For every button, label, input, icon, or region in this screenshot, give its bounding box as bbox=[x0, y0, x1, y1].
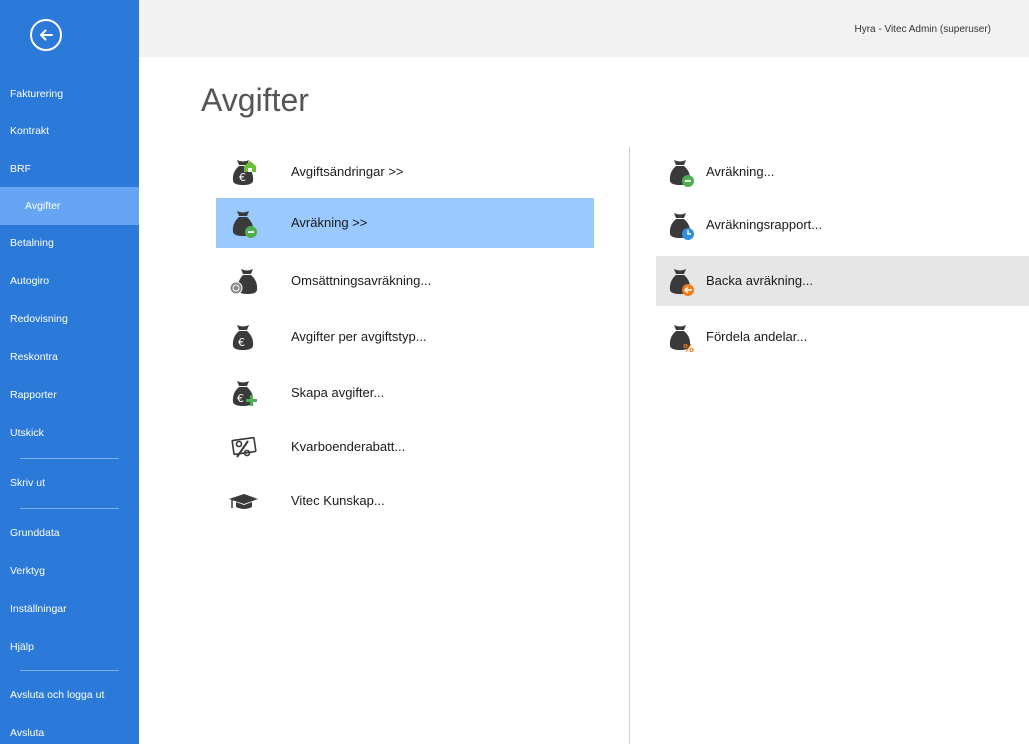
cmd-fordela-andelar[interactable]: % Fördela andelar... bbox=[656, 312, 1029, 362]
graduation-cap-icon bbox=[229, 494, 258, 509]
sidebar-item-autogiro[interactable]: Autogiro bbox=[0, 262, 139, 300]
sidebar-item-brf[interactable]: BRF bbox=[0, 150, 139, 188]
cmd-label: Vitec Kunskap... bbox=[291, 493, 385, 508]
svg-text:€: € bbox=[238, 336, 245, 349]
moneybag-clock-icon bbox=[669, 213, 694, 240]
moneybag-back-arrow-icon bbox=[669, 269, 694, 296]
back-arrow-icon bbox=[40, 29, 53, 41]
cmd-label: Fördela andelar... bbox=[706, 329, 808, 344]
moneybag-percent-icon: % bbox=[669, 325, 694, 353]
svg-text:€: € bbox=[237, 392, 244, 405]
sidebar-item-avgifter[interactable]: Avgifter bbox=[0, 187, 139, 225]
sidebar-item-utskick[interactable]: Utskick bbox=[0, 414, 139, 452]
sidebar-item-reskontra[interactable]: Reskontra bbox=[0, 338, 139, 376]
cmd-label: Avräkning >> bbox=[291, 215, 368, 230]
sidebar-item-installningar[interactable]: Inställningar bbox=[0, 590, 139, 628]
user-info: Hyra - Vitec Admin (superuser) bbox=[854, 24, 991, 35]
sidebar-item-redovisning[interactable]: Redovisning bbox=[0, 300, 139, 338]
cmd-omsattningsavrakning[interactable]: Omsättningsavräkning... bbox=[216, 256, 594, 306]
sidebar-item-grunddata[interactable]: Grunddata bbox=[0, 514, 139, 552]
svg-text:€: € bbox=[239, 171, 246, 184]
page-title: Avgifter bbox=[201, 82, 309, 118]
sidebar-item-fakturering[interactable]: Fakturering bbox=[0, 75, 139, 113]
cmd-avgiftsandringar[interactable]: € Avgiftsändringar >> bbox=[216, 147, 594, 197]
cmd-label: Avgifter per avgiftstyp... bbox=[291, 329, 427, 344]
moneybag-coins-icon bbox=[229, 269, 258, 295]
cmd-avrakning[interactable]: Avräkning... bbox=[656, 147, 1029, 197]
sidebar-item-avsluta-och-logga-ut[interactable]: Avsluta och logga ut bbox=[0, 676, 139, 714]
sidebar-item-skriv-ut[interactable]: Skriv ut bbox=[0, 464, 139, 502]
moneybag-minus-icon bbox=[232, 211, 257, 238]
back-button[interactable] bbox=[30, 19, 62, 51]
sidebar-item-verktyg[interactable]: Verktyg bbox=[0, 552, 139, 590]
cmd-vitec-kunskap[interactable]: Vitec Kunskap... bbox=[216, 476, 594, 526]
sidebar-divider bbox=[20, 670, 119, 671]
sidebar-item-hjalp[interactable]: Hjälp bbox=[0, 628, 139, 666]
moneybag-plus-icon: € bbox=[232, 381, 257, 406]
sidebar-divider bbox=[20, 458, 119, 459]
cmd-kvarboenderabatt[interactable]: Kvarboenderabatt... bbox=[216, 422, 594, 472]
sidebar-item-rapporter[interactable]: Rapporter bbox=[0, 376, 139, 414]
sidebar-item-kontrakt[interactable]: Kontrakt bbox=[0, 112, 139, 150]
cmd-backa-avrakning[interactable]: Backa avräkning... bbox=[656, 256, 1029, 306]
column-divider bbox=[629, 147, 630, 744]
moneybag-house-icon: € bbox=[232, 160, 256, 185]
cmd-label: Avräkningsrapport... bbox=[706, 217, 823, 232]
cmd-label: Avgiftsändringar >> bbox=[291, 164, 404, 179]
moneybag-minus-icon bbox=[669, 160, 694, 187]
sidebar-item-betalning[interactable]: Betalning bbox=[0, 224, 139, 262]
moneybag-euro-icon: € bbox=[232, 325, 254, 350]
cmd-label: Omsättningsavräkning... bbox=[291, 273, 432, 288]
cmd-label: Kvarboenderabatt... bbox=[291, 439, 406, 454]
cmd-label: Avräkning... bbox=[706, 164, 775, 179]
cmd-avrakning-submenu[interactable]: Avräkning >> bbox=[216, 198, 594, 248]
cmd-label: Backa avräkning... bbox=[706, 273, 813, 288]
svg-text:%: % bbox=[683, 342, 694, 353]
cmd-avrakningsrapport[interactable]: Avräkningsrapport... bbox=[656, 200, 1029, 250]
sidebar-item-avsluta[interactable]: Avsluta bbox=[0, 714, 139, 752]
cmd-avgifter-per-avgiftstyp[interactable]: € Avgifter per avgiftstyp... bbox=[216, 312, 594, 362]
sidebar-divider bbox=[20, 508, 119, 509]
cmd-skapa-avgifter[interactable]: € Skapa avgifter... bbox=[216, 368, 594, 418]
discount-percent-icon bbox=[231, 436, 257, 458]
cmd-label: Skapa avgifter... bbox=[291, 385, 385, 400]
top-bar: Hyra - Vitec Admin (superuser) bbox=[139, 0, 1029, 57]
sidebar: Fakturering Kontrakt BRF Avgifter Betaln… bbox=[0, 0, 139, 744]
